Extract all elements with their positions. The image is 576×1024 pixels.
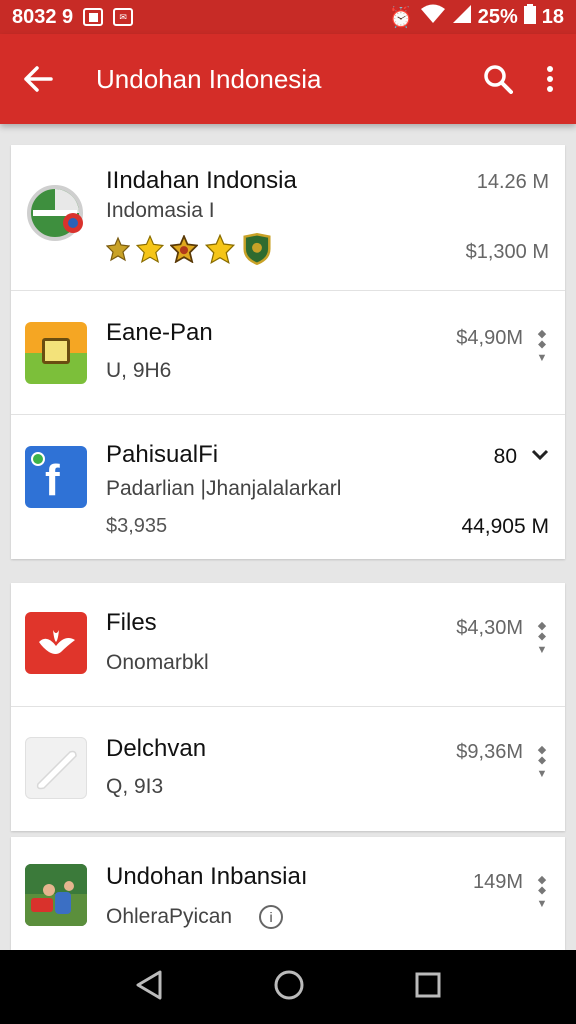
navigation-bar (0, 950, 576, 1024)
app-subtitle: Indomasia I (106, 199, 215, 222)
app-bar: Undohan Indonesia (0, 34, 576, 124)
bird-icon (39, 630, 75, 654)
badge-icon (170, 235, 198, 263)
app-icon (25, 612, 87, 674)
app-size: $4,30M (456, 617, 523, 639)
app-size: 14.26 M (476, 171, 549, 193)
app-list-card: IIndahan Indonsia Indomasia I 14.26 M $1… (11, 145, 565, 559)
app-subtitle: Padarlian |Jhanjalalarkarl (106, 477, 342, 500)
app-name: Eane-Pan (106, 319, 213, 346)
mail-icon: ✉ (113, 8, 134, 26)
arrow-left-icon (24, 66, 53, 92)
status-time: 8032 9 (12, 5, 74, 28)
app-subtitle: Q, 9I3 (106, 775, 164, 798)
app-name: Files (106, 609, 157, 636)
overflow-menu-button[interactable] (524, 34, 576, 124)
app-icon (25, 322, 87, 384)
nav-home-button[interactable] (273, 969, 305, 1006)
app-size: $9,36M (456, 741, 523, 763)
list-item[interactable]: f PahisualFi Padarlian |Jhanjalalarkarl … (11, 415, 565, 559)
sort-handle-icon[interactable]: ◆ ⯁ ▼ (533, 745, 551, 780)
square-recents-icon (415, 972, 441, 997)
shield-icon (243, 233, 271, 265)
page-title: Undohan Indonesia (96, 63, 322, 94)
app-list-card: Undohan Inbansiaı OhleraPyican i 149M ◆ ⯁… (11, 837, 565, 950)
list-item[interactable]: Delchvan Q, 9I3 $9,36M ◆ ⯁ ▼ (11, 707, 565, 831)
status-extra: 18 (541, 5, 564, 28)
circle-home-icon (274, 970, 304, 999)
signal-icon (452, 4, 472, 30)
search-button[interactable] (472, 34, 524, 124)
chevron-down-icon[interactable] (531, 445, 549, 470)
app-name: Delchvan (106, 735, 207, 762)
battery-percent: 25% (477, 5, 518, 28)
nav-recents-button[interactable] (414, 971, 442, 1004)
app-price: $1,300 M (465, 241, 549, 263)
status-bar: 8032 9 ✉ ⏰ 25% 18 (0, 0, 576, 34)
list-item[interactable]: Files Onomarbkl $4,30M ◆ ⯁ ▼ (11, 583, 565, 707)
app-name: Undohan Inbansiaı (106, 863, 308, 890)
notification-icon (83, 8, 104, 26)
app-icon: f (25, 446, 87, 508)
app-price: $3,935 (106, 515, 168, 537)
app-icon (25, 737, 87, 799)
app-subtitle: Onomarbkl (106, 651, 209, 674)
list-item[interactable]: IIndahan Indonsia Indomasia I 14.26 M $1… (11, 145, 565, 291)
total-value: 44,905 M (461, 515, 549, 538)
nav-back-button[interactable] (134, 969, 164, 1006)
more-vert-icon (547, 66, 553, 92)
sort-handle-icon[interactable]: ◆ ⯁ ▼ (533, 329, 551, 364)
alarm-icon: ⏰ (388, 6, 414, 29)
app-subtitle: U, 9H6 (106, 359, 172, 382)
list-item[interactable]: Eane-Pan U, 9H6 $4,90M ◆ ⯁ ▼ (11, 291, 565, 415)
sort-handle-icon[interactable]: ◆ ⯁ ▼ (533, 621, 551, 656)
app-subtitle: OhleraPyican (106, 905, 233, 928)
app-size: $4,90M (456, 327, 523, 349)
star-icon (136, 235, 164, 263)
back-button[interactable] (0, 34, 76, 124)
info-icon[interactable]: i (259, 905, 283, 929)
badge-icon (106, 236, 130, 262)
search-icon (484, 65, 513, 94)
pencil-icon (36, 750, 77, 790)
download-count: 80 (493, 445, 517, 468)
triangle-back-icon (136, 970, 162, 999)
app-name: IIndahan Indonsia (106, 167, 297, 194)
rating-row (106, 233, 272, 265)
facebook-icon: f (45, 456, 60, 505)
app-icon (25, 185, 87, 247)
app-name: PahisualFi (106, 441, 219, 468)
app-size: 149M (472, 871, 523, 893)
battery-icon (523, 4, 536, 30)
star-icon (204, 234, 236, 264)
sort-handle-icon[interactable]: ◆ ⯁ ▼ (533, 875, 551, 910)
list-item[interactable]: Undohan Inbansiaı OhleraPyican i 149M ◆ ⯁… (11, 837, 565, 950)
wifi-icon (420, 4, 446, 30)
app-thumbnail (25, 864, 87, 926)
app-list-card: Files Onomarbkl $4,30M ◆ ⯁ ▼ Delchvan Q, 9… (11, 583, 565, 831)
